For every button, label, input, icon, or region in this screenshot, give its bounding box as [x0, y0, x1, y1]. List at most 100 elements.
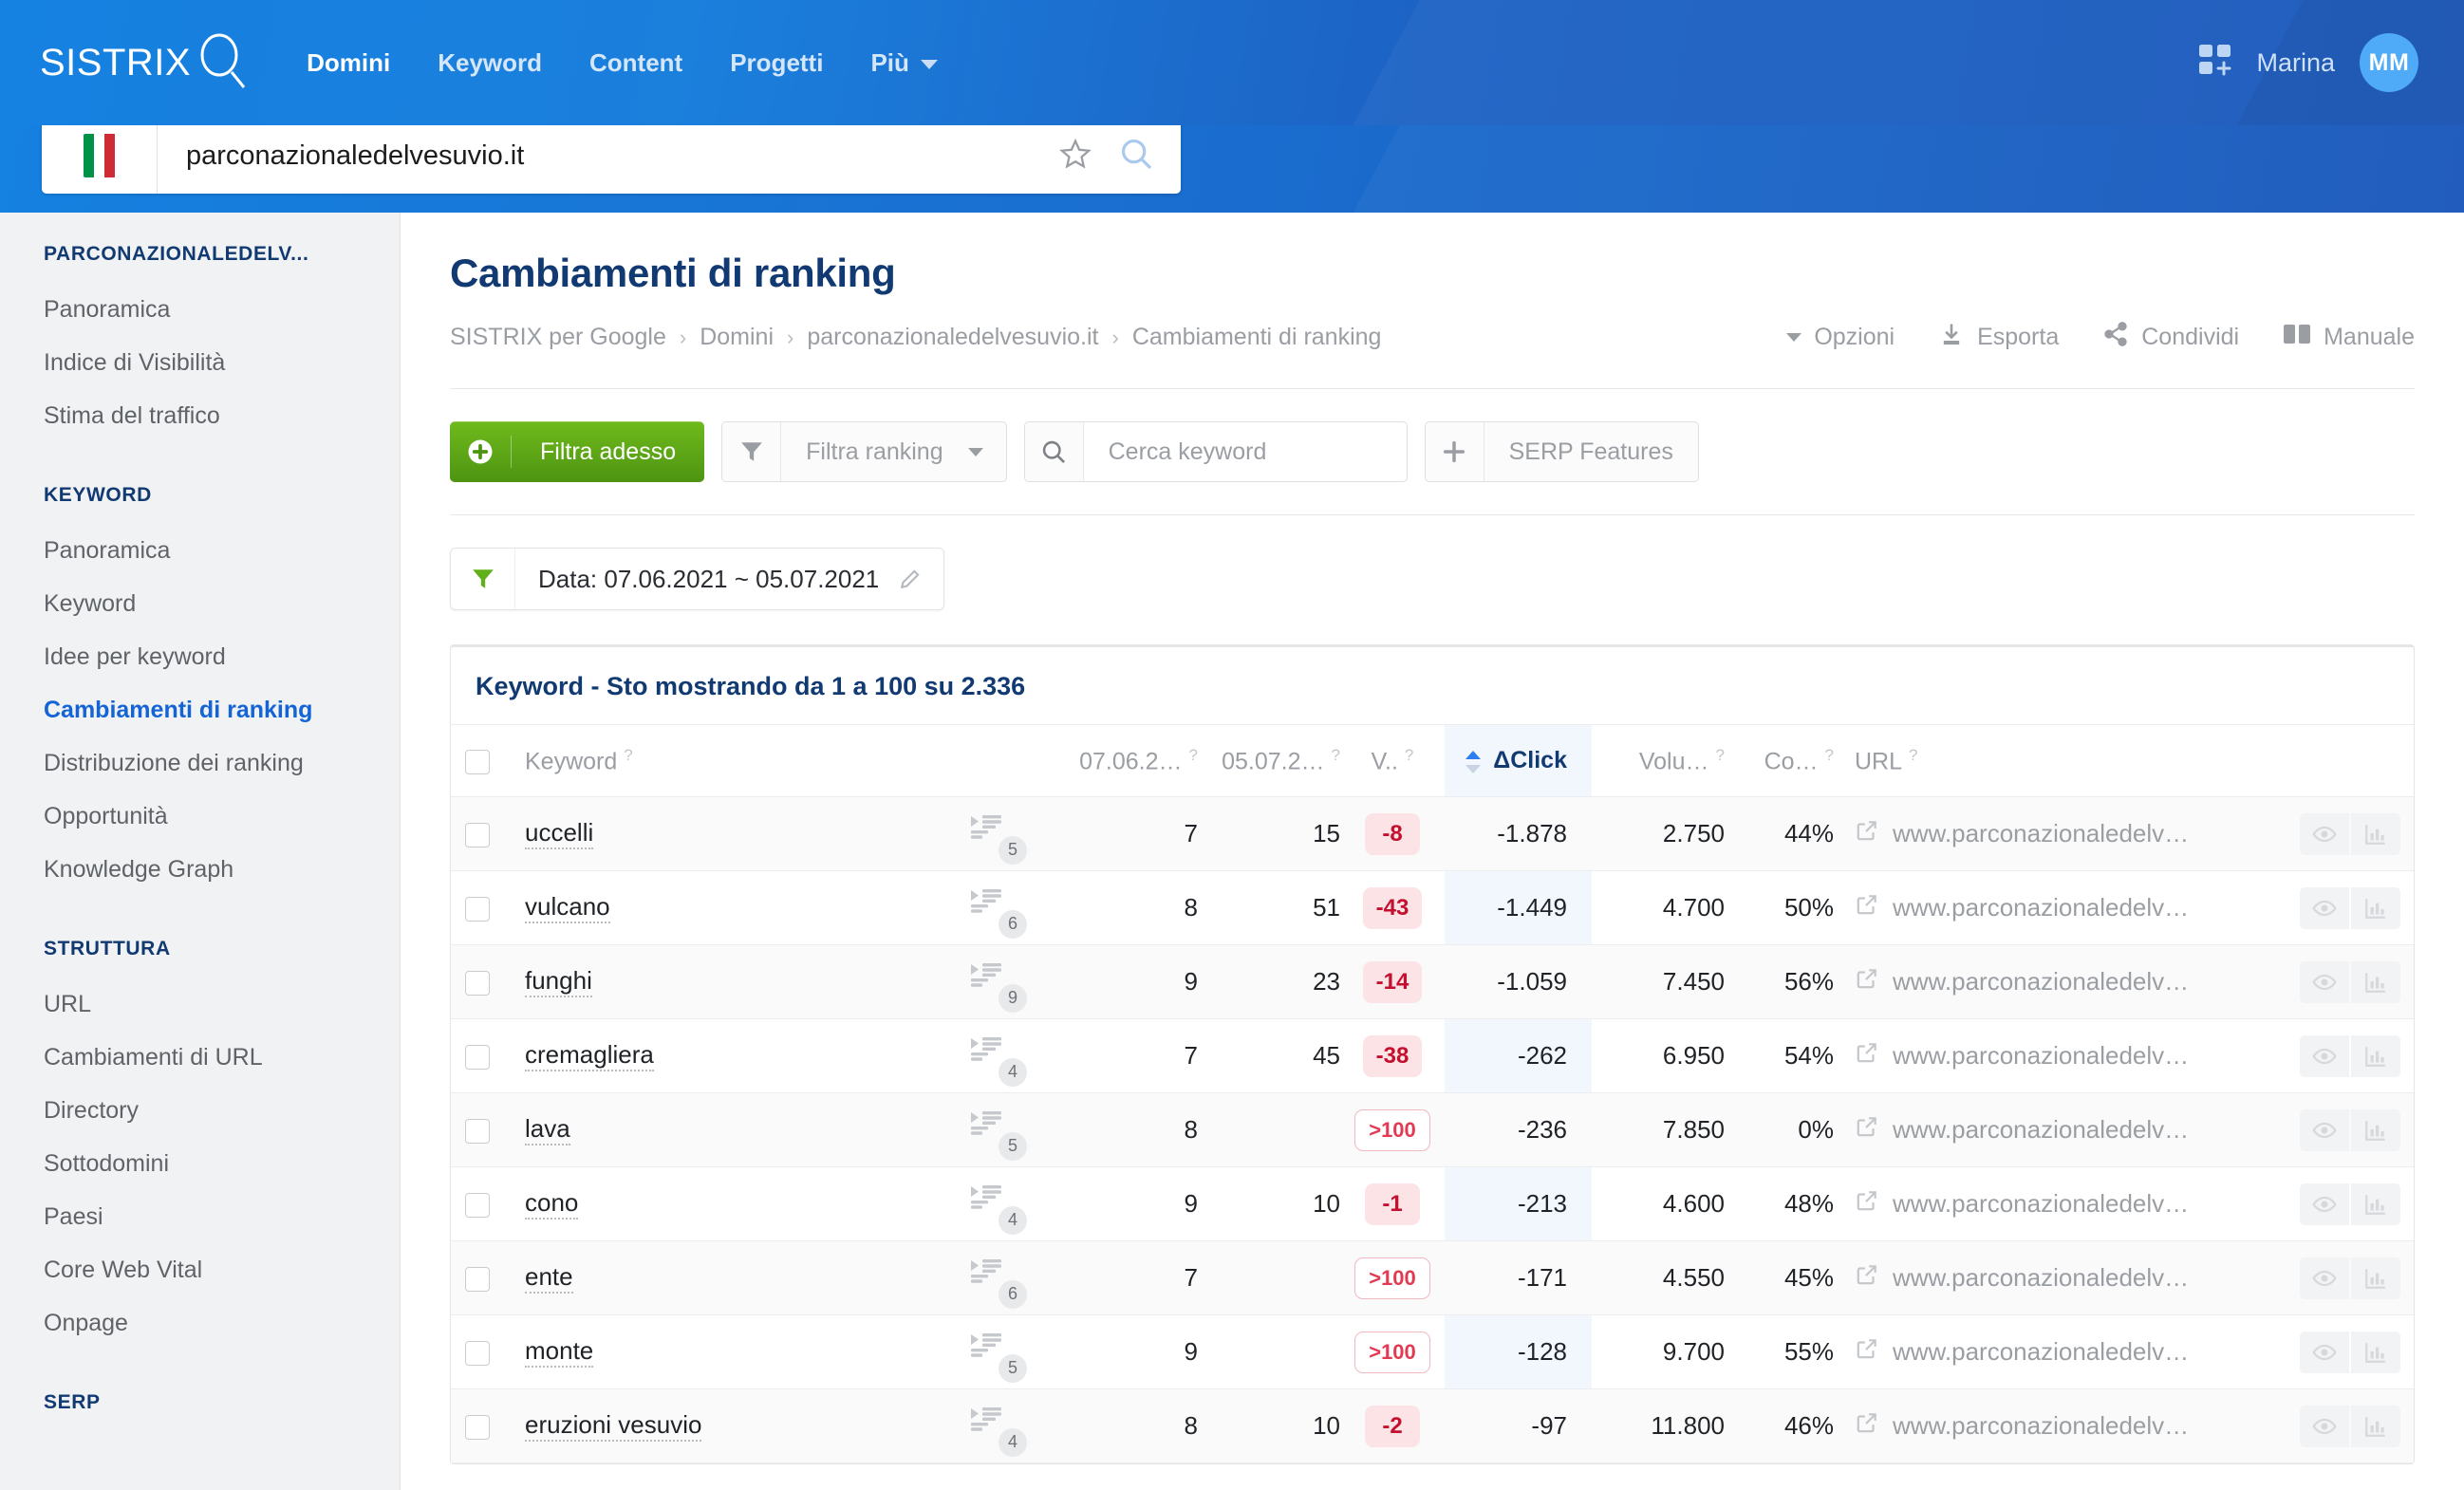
sidebar-item-panoramica-domain[interactable]: Panoramica: [44, 283, 400, 336]
column-header-date-start[interactable]: 07.06.2…?: [1055, 725, 1198, 797]
table-row[interactable]: vulcano 6 8 51 -43 -1.449 4.700 50% www.parconaz…: [451, 870, 2414, 945]
search-input[interactable]: parconazionaledelvesuvio.it: [158, 140, 1059, 172]
keyword-link[interactable]: lava: [525, 1114, 570, 1146]
external-link-icon[interactable]: [1855, 1188, 1879, 1220]
esporta-button[interactable]: Esporta: [1938, 321, 2059, 354]
row-select-cell[interactable]: [451, 944, 504, 1019]
featured-snippet-icon[interactable]: 6: [970, 1257, 1027, 1309]
url-text[interactable]: www.parconazionaledelv…: [1893, 1041, 2189, 1071]
row-checkbox[interactable]: [465, 1267, 490, 1293]
avatar[interactable]: MM: [2360, 33, 2418, 92]
breadcrumb-item-3[interactable]: Cambiamenti di ranking: [1132, 324, 1382, 351]
sidebar-item-panoramica-keyword[interactable]: Panoramica: [44, 524, 400, 577]
row-select-cell[interactable]: [451, 1167, 504, 1241]
domain-search-box[interactable]: parconazionaledelvesuvio.it: [42, 125, 1181, 194]
sidebar-item-distribuzione-dei-ranking[interactable]: Distribuzione dei ranking: [44, 736, 400, 790]
keyword-link[interactable]: uccelli: [525, 818, 594, 850]
sidebar-item-url[interactable]: URL: [44, 978, 400, 1031]
help-icon[interactable]: ?: [1909, 746, 1917, 764]
keyword-link[interactable]: cremagliera: [525, 1040, 654, 1072]
url-text[interactable]: www.parconazionaledelv…: [1893, 819, 2189, 848]
bar-chart-icon[interactable]: [2351, 960, 2400, 1003]
eye-icon[interactable]: [2300, 1257, 2349, 1299]
column-header-url[interactable]: URL?: [1834, 725, 2300, 797]
row-select-cell[interactable]: [451, 1388, 504, 1463]
table-row[interactable]: cremagliera 4 7 45 -38 -262 6.950 54% www.parcon…: [451, 1018, 2414, 1093]
row-checkbox[interactable]: [465, 897, 490, 922]
row-checkbox[interactable]: [465, 1045, 490, 1071]
url-text[interactable]: www.parconazionaledelv…: [1893, 1411, 2189, 1441]
help-icon[interactable]: ?: [1405, 746, 1413, 764]
row-select-cell[interactable]: [451, 1240, 504, 1315]
keyword-link[interactable]: cono: [525, 1188, 579, 1220]
featured-snippet-icon[interactable]: 6: [970, 887, 1027, 939]
column-header-select-all[interactable]: [451, 725, 504, 797]
help-icon[interactable]: ?: [1716, 746, 1725, 764]
bar-chart-icon[interactable]: [2351, 886, 2400, 929]
external-link-icon[interactable]: [1855, 1114, 1879, 1145]
sidebar-item-paesi[interactable]: Paesi: [44, 1190, 400, 1243]
eye-icon[interactable]: [2300, 886, 2349, 929]
column-header-date-end[interactable]: 05.07.2…?: [1198, 725, 1340, 797]
search-submit-icon[interactable]: [1118, 136, 1154, 177]
sidebar-item-sottodomini[interactable]: Sottodomini: [44, 1137, 400, 1190]
row-checkbox[interactable]: [465, 1341, 490, 1367]
nav-item-piu[interactable]: Più: [870, 48, 938, 78]
user-name[interactable]: Marina: [2256, 48, 2335, 78]
filtra-adesso-button[interactable]: Filtra adesso: [450, 421, 705, 482]
star-outline-icon[interactable]: [1059, 138, 1092, 175]
bar-chart-icon[interactable]: [2351, 1257, 2400, 1299]
sidebar-item-indice-di-visibilita[interactable]: Indice di Visibilità: [44, 336, 400, 389]
apps-grid-plus-icon[interactable]: [2199, 44, 2231, 82]
nav-item-keyword[interactable]: Keyword: [438, 48, 542, 78]
sidebar-item-directory[interactable]: Directory: [44, 1084, 400, 1137]
cerca-keyword-placeholder[interactable]: Cerca keyword: [1083, 422, 1407, 481]
nav-item-domini[interactable]: Domini: [307, 48, 390, 78]
pencil-icon[interactable]: [898, 567, 943, 591]
table-row[interactable]: funghi 9 9 23 -14 -1.059 7.450 56% www.parconazi…: [451, 944, 2414, 1019]
row-checkbox[interactable]: [465, 1415, 490, 1441]
url-text[interactable]: www.parconazionaledelv…: [1893, 893, 2189, 922]
sidebar-item-idee-per-keyword[interactable]: Idee per keyword: [44, 630, 400, 683]
external-link-icon[interactable]: [1855, 1336, 1879, 1368]
eye-icon[interactable]: [2300, 1034, 2349, 1077]
featured-snippet-icon[interactable]: 5: [970, 813, 1027, 865]
table-row[interactable]: lava 5 8 >100 -236 7.850 0% www.parconazionaled…: [451, 1092, 2414, 1167]
url-text[interactable]: www.parconazionaledelv…: [1893, 1115, 2189, 1145]
condividi-button[interactable]: Condividi: [2102, 321, 2239, 354]
serp-features-button[interactable]: SERP Features: [1424, 421, 1699, 482]
eye-icon[interactable]: [2300, 1405, 2349, 1447]
table-row[interactable]: eruzioni vesuvio 4 8 10 -2 -97 11.800 46% www.pa…: [451, 1388, 2414, 1463]
keyword-link[interactable]: vulcano: [525, 892, 610, 924]
row-select-cell[interactable]: [451, 1092, 504, 1167]
external-link-icon[interactable]: [1855, 966, 1879, 997]
row-select-cell[interactable]: [451, 871, 504, 945]
sistrix-logo[interactable]: SISTRIX: [40, 30, 248, 96]
url-text[interactable]: www.parconazionaledelv…: [1893, 967, 2189, 996]
select-all-checkbox[interactable]: [465, 749, 490, 774]
breadcrumb-item-0[interactable]: SISTRIX per Google: [450, 324, 666, 351]
help-icon[interactable]: ?: [624, 746, 632, 764]
help-icon[interactable]: ?: [1825, 746, 1834, 764]
row-checkbox[interactable]: [465, 823, 490, 848]
keyword-link[interactable]: eruzioni vesuvio: [525, 1410, 702, 1443]
table-row[interactable]: monte 5 9 >100 -128 9.700 55% www.parconazional…: [451, 1314, 2414, 1389]
sidebar-item-core-web-vital[interactable]: Core Web Vital: [44, 1243, 400, 1296]
column-header-variation[interactable]: V..?: [1340, 725, 1445, 797]
nav-item-progetti[interactable]: Progetti: [730, 48, 823, 78]
column-header-delta-click[interactable]: ΔClick: [1445, 725, 1592, 797]
eye-icon[interactable]: [2300, 960, 2349, 1003]
manuale-button[interactable]: Manuale: [2283, 322, 2415, 353]
row-select-cell[interactable]: [451, 1019, 504, 1093]
featured-snippet-icon[interactable]: 9: [970, 961, 1027, 1013]
cerca-keyword-field[interactable]: Cerca keyword: [1023, 421, 1408, 482]
row-checkbox[interactable]: [465, 971, 490, 996]
external-link-icon[interactable]: [1855, 1040, 1879, 1071]
bar-chart-icon[interactable]: [2351, 1331, 2400, 1373]
keyword-link[interactable]: monte: [525, 1336, 594, 1369]
external-link-icon[interactable]: [1855, 1410, 1879, 1442]
keyword-link[interactable]: funghi: [525, 966, 592, 998]
help-icon[interactable]: ?: [1332, 746, 1340, 764]
keyword-link[interactable]: ente: [525, 1262, 573, 1294]
eye-icon[interactable]: [2300, 812, 2349, 855]
